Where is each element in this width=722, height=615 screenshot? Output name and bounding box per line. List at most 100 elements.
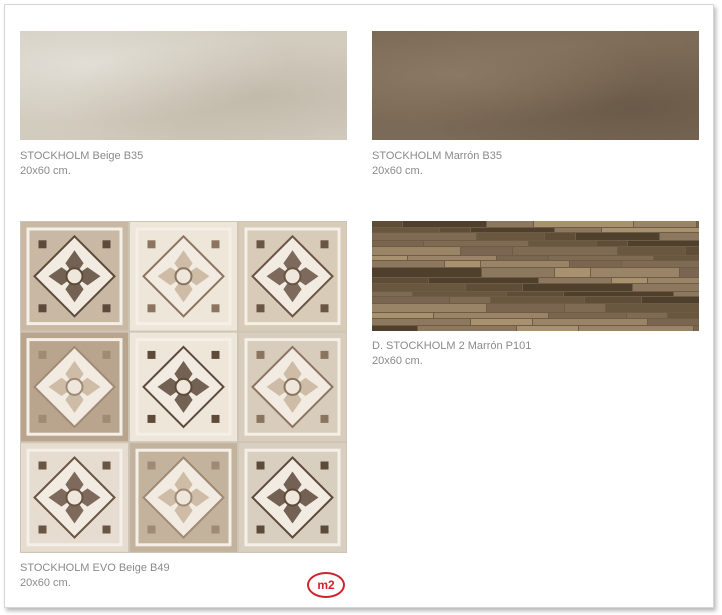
stripe-segment [461, 247, 512, 255]
stripe-segment [697, 221, 699, 227]
tile-swatch-stockholm-marron [372, 31, 699, 140]
product-name: STOCKHOLM EVO Beige B49 [20, 562, 170, 574]
stripe-segment [694, 326, 699, 331]
stripe-segment [408, 256, 496, 260]
product-caption-d-stockholm-2-marron: D. STOCKHOLM 2 Marrón P101 20x60 cm. [372, 339, 531, 369]
stripe-segment [534, 221, 633, 227]
stripe-segment [533, 319, 647, 325]
decor-tile [130, 332, 237, 442]
stripe-segment [372, 326, 417, 331]
stripe-segment [585, 297, 641, 303]
stripe-segment [597, 241, 627, 246]
stripe-segment [555, 228, 601, 232]
product-size: 20x60 cm. [372, 165, 423, 177]
stripe-segment [654, 256, 699, 260]
stripe-segment [612, 278, 647, 283]
decor-tile [130, 443, 237, 552]
stripe-segment [372, 261, 444, 267]
stripe-segment [628, 241, 699, 246]
stripe-segment [648, 319, 699, 325]
stripe-segment [591, 268, 679, 277]
stripe-segment [482, 268, 554, 277]
tile-swatch-stockholm-beige [20, 31, 347, 140]
stripe-segment [372, 247, 460, 255]
stripe-segment [555, 268, 590, 277]
stripe-segment [523, 284, 632, 291]
decor-tile [239, 443, 346, 552]
stripe-segment [445, 261, 480, 267]
stripe-segment [372, 284, 465, 291]
stripe-segment [517, 326, 578, 331]
stripe-segment [372, 278, 428, 283]
stripe-segment [606, 304, 699, 312]
stripe-segment [372, 297, 449, 303]
decorative-tile-grid [21, 222, 346, 552]
stripe-segment [372, 268, 481, 277]
stripe-segment [618, 247, 685, 255]
stripe-segment [579, 326, 693, 331]
stripe-segment [545, 233, 575, 240]
product-size: 20x60 cm. [372, 355, 423, 367]
stripe-segment [481, 261, 569, 267]
decor-tile [21, 222, 128, 331]
product-size: 20x60 cm. [20, 577, 71, 589]
stripe-segment [471, 228, 554, 232]
product-caption-stockholm-beige: STOCKHOLM Beige B35 20x60 cm. [20, 149, 143, 179]
stripe-segment [471, 319, 532, 325]
decor-tile [130, 222, 237, 331]
stripe-segment [660, 233, 699, 240]
stripe-segment [413, 292, 506, 296]
stripe-segment [372, 304, 486, 312]
stripe-segment [507, 292, 563, 296]
stripe-segment [440, 228, 470, 232]
stripe-segment [680, 268, 699, 277]
stripe-segment [549, 313, 626, 318]
product-caption-stockholm-evo-beige: STOCKHOLM EVO Beige B49 20x60 cm. [20, 561, 170, 591]
stripe-segment [372, 292, 412, 296]
striped-decor-pattern [372, 221, 699, 331]
catalog-page: STOCKHOLM Beige B35 20x60 cm. STOCKHOLM … [4, 4, 714, 608]
decor-tile [239, 222, 346, 331]
stripe-segment [372, 228, 439, 232]
stripe-segment [434, 313, 548, 318]
stripe-segment [634, 221, 696, 227]
stripe-segment [642, 297, 699, 303]
stripe-segment [497, 256, 548, 260]
stripe-segment [633, 284, 699, 291]
stripe-segment [487, 304, 564, 312]
stripe-segment [513, 247, 617, 255]
stripe-segment [627, 313, 667, 318]
stripe-segment [686, 247, 699, 255]
stripe-segment [372, 241, 423, 246]
stripe-segment [418, 326, 516, 331]
product-name: STOCKHOLM Beige B35 [20, 150, 144, 162]
stripe-segment [622, 261, 699, 267]
stripe-segment [491, 297, 584, 303]
stripe-segment [565, 304, 605, 312]
stripe-segment [668, 313, 699, 318]
stripe-segment [372, 233, 476, 240]
m2-badge-icon: m2 [307, 572, 345, 598]
stripe-segment [372, 319, 470, 325]
tile-swatch-stockholm-evo-beige [20, 221, 347, 553]
stripe-segment [564, 292, 673, 296]
product-name: STOCKHOLM Marrón B35 [372, 150, 503, 162]
stripe-segment [372, 313, 433, 318]
stripe-segment [549, 256, 653, 260]
stripe-segment [372, 256, 407, 260]
stripe-segment [529, 241, 596, 246]
stripe-segment [648, 278, 699, 283]
decor-tile [21, 332, 128, 442]
stripe-segment [429, 278, 538, 283]
stripe-segment [539, 278, 611, 283]
stripe-segment [674, 292, 699, 296]
decor-tile [21, 443, 128, 552]
stripe-segment [602, 228, 699, 232]
product-size: 20x60 cm. [20, 165, 71, 177]
stripe-segment [466, 284, 522, 291]
stripe-segment [450, 297, 490, 303]
stripe-segment [424, 241, 528, 246]
stripe-segment [576, 233, 659, 240]
stripe-segment [487, 221, 533, 227]
tile-swatch-d-stockholm-2-marron [372, 221, 699, 331]
